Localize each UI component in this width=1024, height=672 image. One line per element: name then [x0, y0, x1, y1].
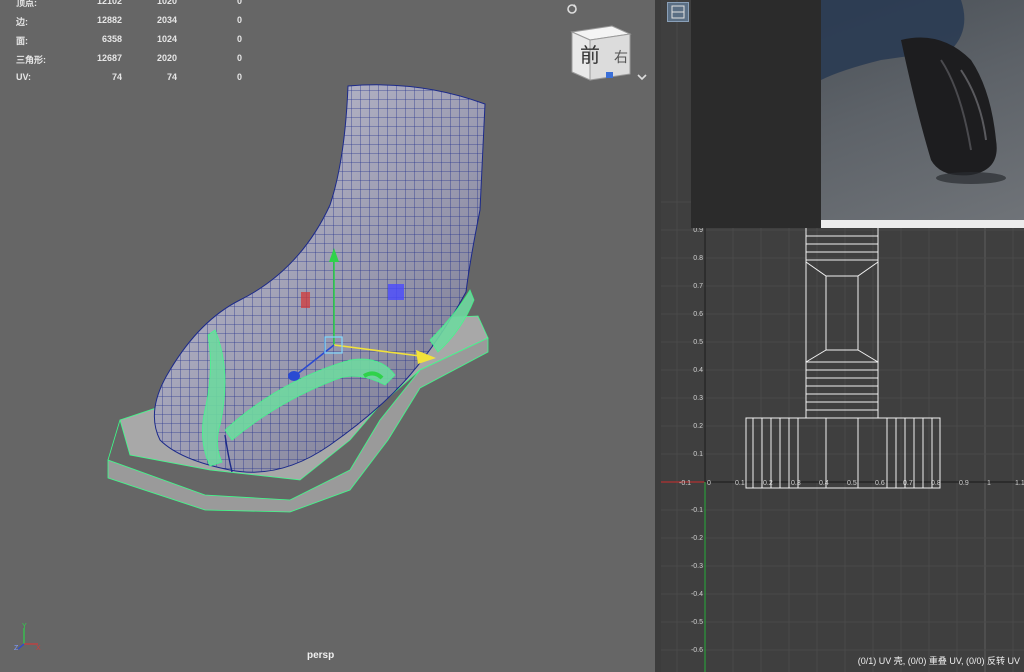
uv-y-tick-label: 0.1 — [693, 451, 703, 458]
axis-x-label: X — [36, 645, 41, 652]
uv-y-tick-label: -0.3 — [691, 563, 703, 570]
uv-toolbar-icon[interactable] — [667, 2, 689, 22]
uv-y-tick-label: -0.5 — [691, 619, 703, 626]
axis-y-label: Y — [22, 623, 27, 630]
uv-x-tick-label: 0.4 — [819, 480, 829, 487]
uv-y-tick-label: -0.4 — [691, 591, 703, 598]
axis-indicator: Y X Z — [14, 623, 41, 652]
uv-x-tick-label: 0.5 — [847, 480, 857, 487]
uv-y-tick-label: -0.2 — [691, 535, 703, 542]
uv-y-tick-label: 0.5 — [693, 339, 703, 346]
uv-y-tick-label: 0.6 — [693, 311, 703, 318]
uv-y-tick-label: 0.4 — [693, 367, 703, 374]
uv-y-tick-label: 0.9 — [693, 227, 703, 234]
uv-x-tick-label: 0.1 — [735, 480, 745, 487]
uv-x-tick-label: 1.1 — [1015, 480, 1024, 487]
uv-shell[interactable] — [745, 228, 941, 489]
camera-label: persp — [307, 650, 335, 661]
uv-x-tick-label: 0.9 — [959, 480, 969, 487]
foot-sandal-model[interactable] — [0, 0, 655, 672]
uv-y-tick-label: 0.7 — [693, 283, 703, 290]
reference-image-border — [821, 220, 1024, 228]
perspective-viewport[interactable]: 顶点: 12102 1020 0 边: 12882 2034 0 面: 6358 1024 0 三角形:… — [0, 0, 655, 672]
axis-z-label: Z — [14, 645, 19, 652]
uv-x-tick-label: 0.3 — [791, 480, 801, 487]
uv-x-tick-label: 0 — [707, 480, 711, 487]
uv-y-tick-label: -0.1 — [691, 507, 703, 514]
uv-y-tick-label: 0.8 — [693, 255, 703, 262]
reference-photo — [821, 0, 1024, 220]
uv-x-tick-label: 1 — [987, 480, 991, 487]
uv-x-tick-label: 0.6 — [875, 480, 885, 487]
manip-blue-handle — [388, 284, 404, 300]
uv-x-tick-label: 0.7 — [903, 480, 913, 487]
uv-status-bar: (0/1) UV 壳, (0/0) 重叠 UV, (0/0) 反转 UV — [857, 656, 1020, 666]
manip-red-handle — [301, 292, 310, 308]
uv-y-tick-label: 0.2 — [693, 423, 703, 430]
uv-x-tick-label: -0.1 — [679, 480, 691, 487]
uv-y-tick-label: -0.6 — [691, 647, 703, 654]
uv-y-tick-label: 0.3 — [693, 395, 703, 402]
